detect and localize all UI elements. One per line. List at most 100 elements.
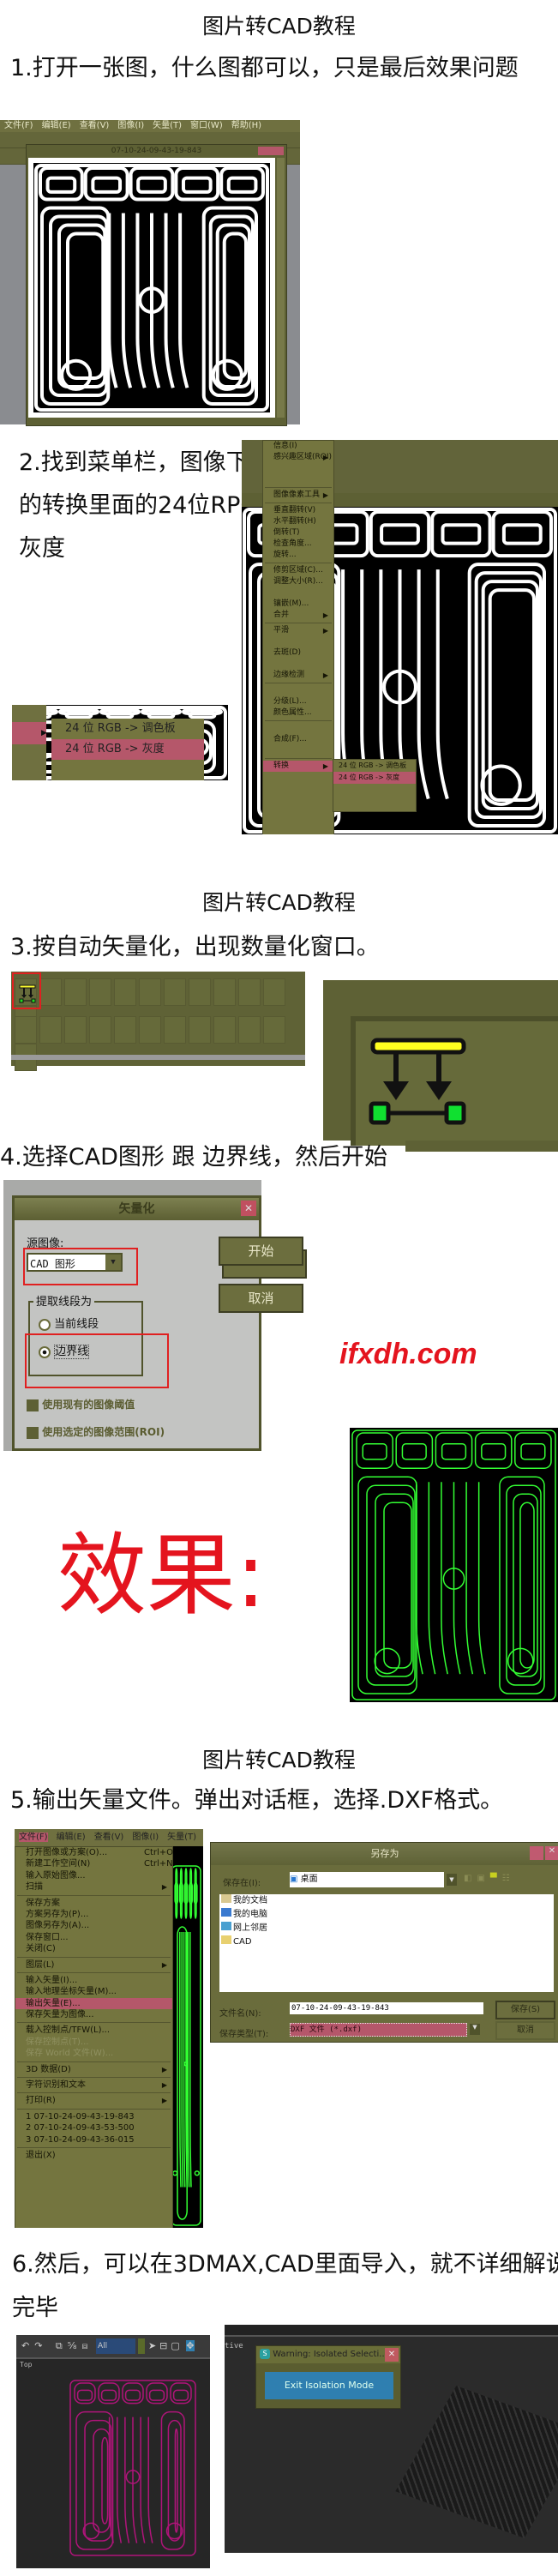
cancel-button[interactable]: 取消 [495,2021,555,2040]
toolbar-button[interactable] [64,1016,87,1044]
menu-item[interactable]: 倒转(T) [263,527,333,539]
menu-item[interactable]: 去斑(D) [263,647,333,659]
menu-item[interactable]: 输入原始图像... [15,1870,172,1881]
menu-item[interactable]: 打印(R) ▶ [15,2095,172,2106]
file-list-item[interactable]: CAD [219,1935,554,1949]
menu-item[interactable]: 合成(F)... [263,734,333,745]
undo-redo-icons[interactable]: ↶↷ ⧉⅝⧈ [21,2340,93,2351]
toolbar-button[interactable] [89,978,111,1006]
selection-filter[interactable]: All [95,2338,135,2354]
chevron-down-icon[interactable]: ▼ [470,2024,480,2035]
menubar-item[interactable]: 图像(I) [117,121,144,130]
menu-item[interactable] [263,474,333,485]
menu-item[interactable]: 打开图像或方案(O)... Ctrl+O [15,1847,173,1858]
menu-item[interactable]: 3D 数据(D) ▶ [15,2064,172,2075]
menu-item[interactable]: 关闭(C) [15,1943,172,1954]
vertical-scrollbar[interactable] [277,158,285,418]
close-icon[interactable]: ✕ [241,1201,256,1216]
menubar-item[interactable]: 矢量(T) [167,1833,196,1842]
menu-item[interactable]: 保存控制点(T)... [15,2037,172,2048]
submenu-item-palette[interactable]: 24 位 RGB -> 调色板 [333,760,416,772]
menu-item[interactable]: 保存矢量为图像... [15,2009,172,2020]
submenu-item-grayscale[interactable]: 24 位 RGB -> 灰度 [333,772,416,784]
toolbar-button[interactable] [164,1016,186,1044]
menu-item[interactable]: 检查角度... [263,539,333,550]
file-list-item[interactable]: 我的电脑 [219,1908,554,1922]
menu-item[interactable]: 信息(I) [263,441,333,452]
menubar-item[interactable]: 文件(F) [19,1833,48,1842]
file-list-item[interactable]: 网上邻居 [219,1922,554,1935]
minimize-button[interactable] [530,1846,543,1860]
menu-item[interactable]: 扫描 ▶ [15,1881,172,1893]
toolbar-button[interactable] [139,978,161,1006]
menu-item[interactable]: 新建工作空间(N) Ctrl+N [15,1858,173,1869]
move-icon[interactable]: ✥ [186,2340,195,2351]
menu-item[interactable]: 颜色属性... [263,707,333,719]
menu-item[interactable]: 3 07-10-24-09-43-36-015 [15,2134,172,2146]
menu-item[interactable]: 图像另存为(A)... [15,1920,172,1931]
menu-item[interactable]: 保存 World 文件(W)... [15,2048,172,2059]
auto-vectorize-icon[interactable] [18,984,37,1004]
menubar-item[interactable]: 编辑(E) [42,121,71,130]
checkbox-threshold[interactable]: 使用现有的图像阈值 [27,1397,135,1411]
menu-item[interactable]: 保存窗口... [15,1932,172,1943]
menu-item[interactable]: 平滑 ▶ [263,625,333,636]
close-icon[interactable]: ✕ [545,1846,558,1860]
toolbar-button[interactable] [213,978,236,1006]
submenu-item-palette[interactable]: 24 位 RGB -> 调色板 [51,719,204,739]
menu-item[interactable]: 边缘检测 ▶ [263,670,333,681]
menu-item[interactable]: 分级(L)... [263,696,333,707]
menu-item[interactable]: 载入控制点/TFW(L)... [15,2025,172,2036]
menu-item[interactable]: 输入地理坐标矢量(M)... [15,1986,172,1997]
menu-item[interactable] [263,587,333,599]
menu-item[interactable] [263,723,333,734]
menu-item[interactable]: 2 07-10-24-09-43-53-500 [15,2122,172,2134]
menubar-item[interactable]: 帮助(H) [231,121,261,130]
cancel-button[interactable]: 取消 [219,1284,303,1313]
menu-item[interactable]: 水平翻转(H) [263,516,333,527]
menu-item[interactable] [263,463,333,474]
exit-isolation-button[interactable]: Exit Isolation Mode [265,2372,393,2399]
menu-item[interactable]: 字符识别和文本 ▶ [15,2079,172,2091]
save-button[interactable]: 保存(S) [495,2001,555,2019]
menubar-item[interactable]: 编辑(E) [57,1833,86,1842]
toolbar-button[interactable] [238,1016,261,1044]
menubar-item[interactable]: 图像(I) [132,1833,159,1842]
menu-item[interactable]: 修剪区域(C)... [263,565,333,576]
menu-item[interactable]: 1 07-10-24-09-43-19-843 [15,2111,172,2122]
toolbar-button[interactable] [139,1016,161,1044]
filetype-select[interactable]: DXF 文件 (*.dxf) [290,2023,467,2037]
toolbar-button[interactable] [64,978,87,1006]
toolbar-button[interactable] [114,978,136,1006]
checkbox-roi[interactable]: 使用选定的图像范围(ROI) [27,1424,165,1439]
menu-item[interactable]: 保存方案 [15,1898,172,1909]
toolbar-button[interactable] [189,1016,211,1044]
close-icon[interactable]: ✕ [385,2348,399,2362]
menubar-item[interactable]: 窗口(W) [190,121,223,130]
select-tool-icons[interactable]: ➤⊟▢ [148,2340,183,2351]
nav-toolbar-icons[interactable]: ◧▣▀☷ [464,1874,515,1883]
menu-item[interactable] [263,685,333,696]
menu-item[interactable] [263,659,333,670]
toolbar-button[interactable] [114,1016,136,1044]
menu-item[interactable]: 方案另存为(P)... [15,1909,172,1920]
toolbar-button[interactable] [263,978,285,1006]
window-controls[interactable] [258,147,284,155]
menu-item[interactable]: 图像像素工具 ▶ [263,490,333,501]
toolbar-button[interactable] [15,1016,37,1044]
file-list-item[interactable]: 我的文档 [219,1894,554,1908]
menu-item[interactable] [263,636,333,647]
menu-item[interactable]: 输出矢量(E)... [15,1997,172,2010]
radio-current-segment[interactable]: 当前线段 [39,1315,99,1331]
menu-item[interactable]: 合并 ▶ [263,610,333,621]
menu-item[interactable]: 调整大小(R)... [263,576,333,587]
toolbar-button[interactable] [39,1016,62,1044]
menu-item[interactable]: 转换 ▶ [263,761,333,772]
menu-item[interactable]: 输入矢量(I)... [15,1975,172,1986]
filename-input[interactable] [290,2002,483,2014]
chevron-down-icon[interactable] [138,2338,146,2354]
menubar-item[interactable]: 矢量(T) [153,121,182,130]
menu-item[interactable]: 图层(L) ▶ [15,1959,172,1971]
menu-item[interactable] [263,745,333,756]
menubar-item[interactable]: 查看(V) [80,121,110,130]
